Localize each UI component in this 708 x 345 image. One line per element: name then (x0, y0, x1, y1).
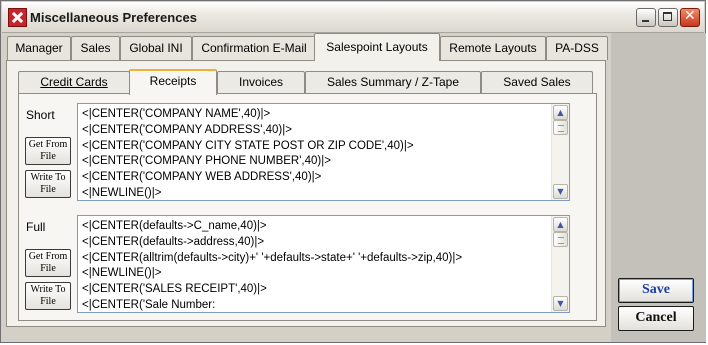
code-line: <|CENTER('SALES RECEIPT',40)|> (82, 283, 267, 296)
scroll-thumb[interactable] (553, 120, 568, 135)
maximize-icon (663, 12, 672, 21)
full-get-line2: File (40, 263, 56, 274)
code-line: <|CENTER('COMPANY CITY STATE POST OR ZIP… (82, 139, 414, 152)
scroll-down-icon[interactable]: ▼ (553, 296, 568, 311)
preferences-window: Miscellaneous Preferences ✕ Manager Sale… (0, 0, 706, 343)
code-line: <|CENTER('Sale Number: (82, 298, 216, 311)
code-line: <|NEWLINE()|> (82, 267, 162, 280)
short-receipt-lines: <|CENTER('COMPANY NAME',40)|> <|CENTER('… (82, 107, 549, 200)
short-receipt-editor[interactable]: <|CENTER('COMPANY NAME',40)|> <|CENTER('… (77, 103, 570, 201)
maximize-button[interactable] (658, 8, 678, 27)
tab-manager[interactable]: Manager (7, 36, 71, 60)
full-get-from-file-button[interactable]: Get From File (25, 249, 71, 277)
scroll-thumb[interactable] (553, 232, 568, 247)
full-receipt-editor[interactable]: <|CENTER(defaults->C_name,40)|> <|CENTER… (77, 215, 570, 313)
subtab-sales-summary[interactable]: Sales Summary / Z-Tape (305, 71, 481, 93)
full-write-to-file-button[interactable]: Write To File (25, 282, 71, 310)
full-label: Full (26, 220, 46, 234)
subtab-credit-cards-label: Credit Cards (40, 75, 108, 89)
short-get-line1: Get From (28, 139, 68, 150)
code-line: <|CENTER('COMPANY NAME',40)|> (82, 108, 271, 120)
scroll-down-icon[interactable]: ▼ (553, 184, 568, 199)
title-bar[interactable]: Miscellaneous Preferences ✕ (2, 2, 704, 33)
short-scrollbar[interactable]: ▲ ▼ (551, 104, 569, 200)
tab-sales[interactable]: Sales (71, 36, 120, 60)
tab-salespoint-layouts[interactable]: Salespoint Layouts (314, 33, 440, 61)
full-write-line2: File (40, 296, 56, 307)
code-line: <|CENTER(defaults->address,40)|> (82, 235, 265, 248)
tab-pa-dss[interactable]: PA-DSS (546, 36, 608, 60)
subtab-invoices[interactable]: Invoices (217, 71, 305, 93)
tab-remote-layouts[interactable]: Remote Layouts (440, 36, 546, 60)
short-write-line2: File (40, 184, 56, 195)
minimize-icon (642, 20, 649, 22)
tab-global-ini[interactable]: Global INI (120, 36, 192, 60)
tab-confirmation-email[interactable]: Confirmation E-Mail (192, 36, 316, 60)
code-line: <|CENTER(alltrim(defaults->city)+' '+def… (82, 251, 463, 264)
code-line: <|CENTER('COMPANY ADDRESS',40)|> (82, 123, 292, 136)
cancel-button[interactable]: Cancel (618, 306, 694, 331)
full-get-line1: Get From (28, 251, 68, 262)
subtab-receipts[interactable]: Receipts (129, 69, 217, 95)
window-title: Miscellaneous Preferences (30, 10, 197, 25)
code-line: <|CENTER(defaults->C_name,40)|> (82, 220, 267, 232)
scroll-up-icon[interactable]: ▲ (553, 217, 568, 232)
code-line: <|CENTER('COMPANY PHONE NUMBER',40)|> (82, 155, 331, 168)
close-button[interactable]: ✕ (680, 8, 700, 27)
subtab-credit-cards[interactable]: Credit Cards (18, 71, 130, 93)
close-icon: ✕ (684, 8, 696, 24)
save-button[interactable]: Save (618, 278, 694, 303)
full-write-line1: Write To (30, 284, 66, 295)
minimize-button[interactable] (636, 8, 656, 27)
app-logo-icon (8, 8, 27, 27)
full-receipt-lines: <|CENTER(defaults->C_name,40)|> <|CENTER… (82, 219, 549, 312)
code-line: <|NEWLINE()|> (82, 186, 162, 199)
short-get-from-file-button[interactable]: Get From File (25, 137, 71, 165)
subtab-saved-sales[interactable]: Saved Sales (481, 71, 593, 93)
scroll-up-icon[interactable]: ▲ (553, 105, 568, 120)
short-label: Short (26, 108, 55, 122)
short-write-to-file-button[interactable]: Write To File (25, 170, 71, 198)
short-write-line1: Write To (30, 172, 66, 183)
short-get-line2: File (40, 151, 56, 162)
full-scrollbar[interactable]: ▲ ▼ (551, 216, 569, 312)
code-line: <|CENTER('COMPANY WEB ADDRESS',40)|> (82, 171, 322, 184)
